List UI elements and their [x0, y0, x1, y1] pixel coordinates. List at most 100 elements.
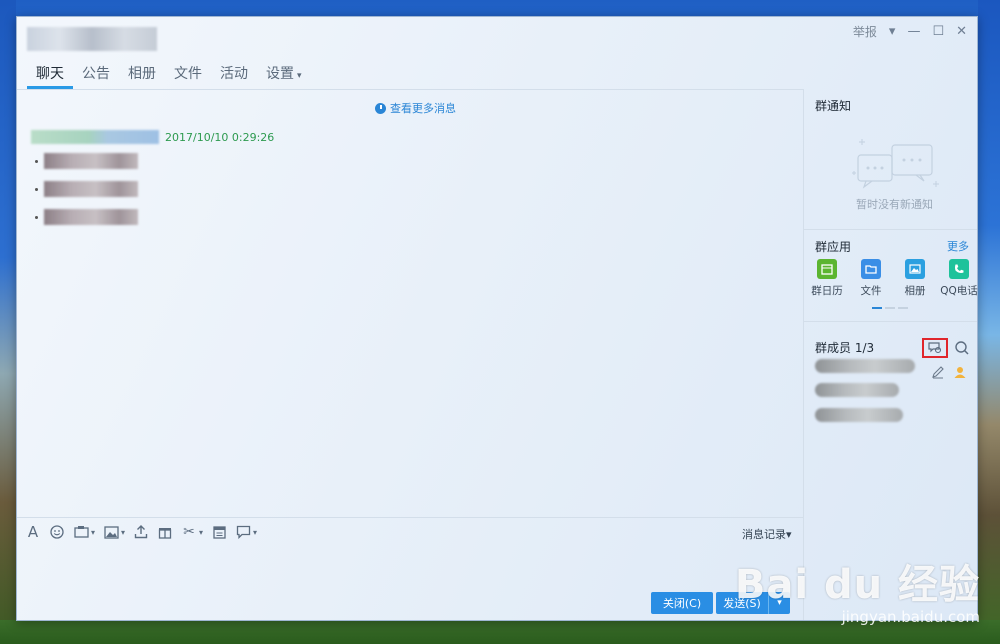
history-label: 消息记录 [742, 528, 786, 541]
member-name-blurred [815, 383, 899, 397]
tab-label: 聊天 [36, 66, 64, 82]
group-sidebar: 群通知 暂时没有新通知 群应用 更多 群日历 文件 相册 QQ电话 群成员 1/… [804, 89, 978, 620]
app-calendar[interactable]: 群日历 [809, 259, 845, 298]
chevron-down-icon[interactable]: ▾ [889, 24, 896, 40]
chevron-down-icon: ▾ [786, 528, 792, 541]
app-album[interactable]: 相册 [897, 259, 933, 298]
emoji-icon[interactable] [49, 524, 65, 540]
upload-icon[interactable] [133, 524, 149, 540]
view-more-messages-link[interactable]: 查看更多消息 [375, 100, 456, 116]
tab-bar: 聊天 公告 相册 文件 活动 设置 ▾ [27, 61, 311, 89]
app-label: QQ电话 [940, 285, 978, 297]
message-header: 2017/10/10 0:29:26 [31, 130, 274, 144]
screenshot-icon[interactable] [73, 524, 89, 540]
search-icon[interactable] [954, 340, 970, 356]
member-row[interactable] [815, 383, 899, 397]
close-button[interactable]: 关闭(C) [651, 592, 713, 614]
app-label: 相册 [904, 285, 926, 297]
qq-group-chat-window: 举报 ▾ — ☐ ✕ 聊天 公告 相册 文件 活动 设置 ▾ 查看更多消息 201… [16, 16, 978, 621]
member-name-blurred [815, 408, 903, 422]
pager-dot[interactable] [898, 307, 908, 309]
maximize-icon[interactable]: ☐ [932, 24, 944, 40]
input-divider [17, 517, 803, 518]
phone-icon [949, 259, 969, 279]
chevron-down-icon[interactable]: ▾ [199, 528, 203, 537]
member-manage-button-highlighted[interactable] [922, 338, 948, 358]
photo-icon [905, 259, 925, 279]
message-line [35, 181, 138, 197]
chevron-down-icon[interactable]: ▾ [91, 528, 95, 537]
tab-label: 公告 [82, 66, 110, 82]
bullet-dot [35, 159, 38, 163]
message-text-blurred [44, 209, 138, 225]
window-controls: 举报 ▾ — ☐ ✕ [853, 23, 967, 40]
apps-pager [872, 307, 908, 309]
view-more-label: 查看更多消息 [390, 102, 456, 115]
tab-album[interactable]: 相册 [119, 61, 165, 89]
member-tools [922, 338, 970, 358]
member-row[interactable] [815, 359, 915, 373]
message-timestamp: 2017/10/10 0:29:26 [165, 130, 275, 144]
message-text-blurred [44, 181, 138, 197]
member-row[interactable] [815, 408, 903, 422]
app-label: 文件 [860, 285, 882, 297]
tab-label: 文件 [174, 66, 202, 82]
bullet-dot [35, 187, 38, 191]
minimize-icon[interactable]: — [907, 24, 920, 40]
member-manage-icon [928, 342, 942, 354]
calendar-icon [817, 259, 837, 279]
bullet-dot [35, 215, 38, 219]
watermark-url: jingyan.baidu.com [841, 608, 980, 626]
close-icon[interactable]: ✕ [956, 24, 967, 40]
chat-bubble-icon[interactable] [235, 524, 251, 540]
message-line [35, 209, 138, 225]
report-link[interactable]: 举报 [853, 23, 877, 40]
pager-dot[interactable] [872, 307, 882, 309]
message-text-blurred [44, 153, 138, 169]
notice-empty-text: 暂时没有新通知 [856, 198, 933, 211]
tab-chat[interactable]: 聊天 [27, 61, 73, 89]
edit-icon[interactable] [931, 365, 945, 379]
clock-icon [375, 102, 386, 114]
message-line [35, 153, 138, 169]
tab-label: 相册 [128, 66, 156, 82]
chevron-down-icon: ▾ [297, 71, 302, 81]
chevron-down-icon[interactable]: ▾ [121, 528, 125, 537]
apps-title: 群应用 [815, 240, 852, 254]
section-divider [804, 229, 977, 230]
tab-label: 设置 [266, 66, 294, 82]
group-owner-icon [954, 367, 966, 378]
message-history-button[interactable]: 消息记录▾ [742, 526, 792, 542]
app-qq-phone[interactable]: QQ电话 [940, 259, 978, 298]
chevron-down-icon[interactable]: ▾ [253, 528, 257, 537]
font-icon[interactable]: A [25, 524, 41, 540]
tab-announcement[interactable]: 公告 [73, 61, 119, 89]
baidu-jingyan-watermark: Bai du 经验 jingyan.baidu.com [735, 564, 980, 626]
gift-icon[interactable] [157, 524, 173, 540]
tab-settings[interactable]: 设置 ▾ [257, 61, 311, 89]
desktop-background-left [0, 0, 16, 644]
tab-label: 活动 [220, 66, 248, 82]
apps-more-link[interactable]: 更多 [947, 238, 969, 254]
window-title-blurred [27, 27, 157, 51]
app-label: 群日历 [811, 285, 843, 297]
desktop-background-right [978, 0, 1000, 644]
tab-activity[interactable]: 活动 [211, 61, 257, 89]
pager-dot[interactable] [885, 307, 895, 309]
sender-name-blurred [31, 130, 159, 144]
section-divider [804, 321, 977, 322]
image-icon[interactable] [103, 524, 119, 540]
scissors-icon[interactable]: ✂ [181, 524, 197, 540]
member-name-blurred [815, 359, 915, 373]
members-title: 群成员 1/3 [815, 341, 875, 355]
group-apps: 群日历 文件 相册 QQ电话 [809, 259, 978, 298]
clipboard-icon[interactable] [211, 524, 227, 540]
tab-files[interactable]: 文件 [165, 61, 211, 89]
tab-divider [17, 89, 803, 90]
notice-title: 群通知 [815, 99, 852, 113]
app-files[interactable]: 文件 [853, 259, 889, 298]
watermark-brand: Bai du 经验 [734, 562, 980, 608]
input-toolbar: A ▾ ▾ ✂ ▾ ▾ [25, 524, 257, 540]
notice-empty-illustration [852, 139, 939, 189]
folder-icon [861, 259, 881, 279]
